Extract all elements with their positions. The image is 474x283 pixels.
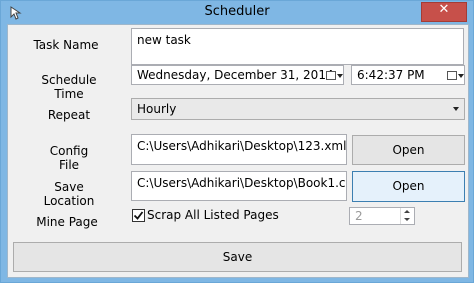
- config-file-path-input[interactable]: C:\Users\Adhikari\Desktop\123.xml: [131, 134, 347, 165]
- window-title: Scheduler: [204, 4, 270, 19]
- calendar-icon[interactable]: [326, 71, 336, 80]
- scrap-all-checkbox[interactable]: [132, 209, 145, 222]
- form-panel: Task Name new task Schedule Time Wednesd…: [7, 24, 469, 278]
- checkmark-icon: [133, 211, 144, 220]
- chevron-down-icon[interactable]: [337, 74, 343, 78]
- scrap-all-label[interactable]: Scrap All Listed Pages: [147, 208, 279, 222]
- config-open-button[interactable]: Open: [352, 135, 465, 165]
- task-name-input[interactable]: new task: [131, 28, 464, 65]
- repeat-dropdown[interactable]: Hourly: [131, 98, 465, 120]
- repeat-label: Repeat: [47, 108, 91, 122]
- date-value: Wednesday, December 31, 2014: [137, 68, 334, 82]
- close-icon: ✕: [438, 2, 450, 17]
- task-name-label: Task Name: [33, 38, 99, 52]
- save-location-path-input[interactable]: C:\Users\Adhikari\Desktop\Book1.csv: [131, 171, 347, 201]
- save-button[interactable]: Save: [13, 242, 462, 272]
- chevron-down-icon[interactable]: [458, 74, 464, 78]
- spinner-down-icon[interactable]: [400, 216, 413, 224]
- close-button[interactable]: ✕: [421, 2, 467, 22]
- repeat-selected-value: Hourly: [137, 102, 177, 116]
- mine-page-label: Mine Page: [36, 215, 98, 229]
- save-location-open-button[interactable]: Open: [352, 171, 465, 202]
- schedule-time-label: Schedule Time: [41, 73, 97, 101]
- spinner-up-icon[interactable]: [400, 208, 413, 216]
- calendar-icon[interactable]: [447, 71, 457, 80]
- title-bar[interactable]: Scheduler ✕: [1, 1, 473, 24]
- pages-value: 2: [355, 209, 363, 223]
- time-value: 6:42:37 PM: [357, 68, 425, 82]
- pages-spinner[interactable]: 2: [349, 207, 415, 225]
- scheduler-window: Scheduler ✕ Task Name new task Schedule …: [0, 0, 474, 283]
- date-picker[interactable]: Wednesday, December 31, 2014: [131, 65, 344, 85]
- save-location-label: Save Location: [43, 180, 95, 208]
- time-picker[interactable]: 6:42:37 PM: [351, 65, 465, 85]
- config-file-label: Config File: [49, 144, 89, 172]
- chevron-down-icon[interactable]: [453, 107, 459, 111]
